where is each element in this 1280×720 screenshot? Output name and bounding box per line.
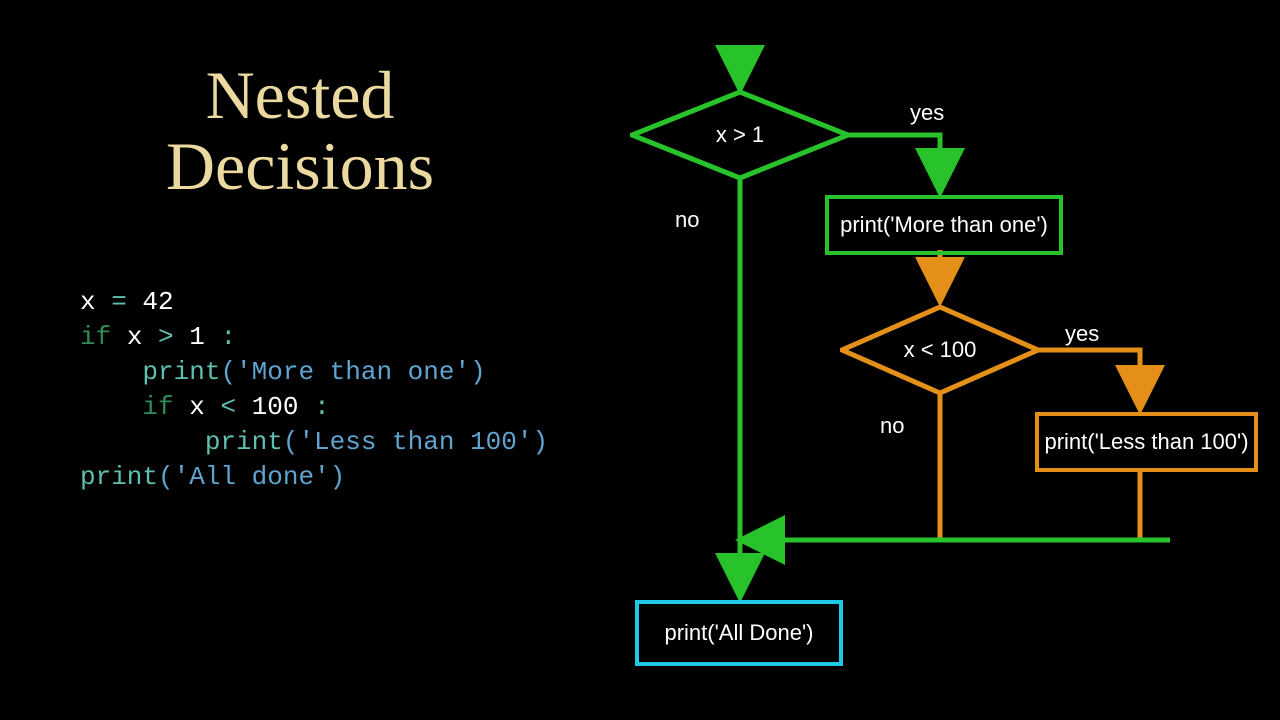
code-token: x bbox=[174, 392, 221, 422]
branch-label-yes: yes bbox=[910, 100, 944, 126]
code-token: ('More than one') bbox=[220, 357, 485, 387]
code-token: : bbox=[314, 392, 330, 422]
decision-x-lt-100: x < 100 bbox=[840, 305, 1040, 395]
process-label: print('All Done') bbox=[664, 620, 813, 646]
code-token: print bbox=[80, 427, 283, 457]
slide-title: Nested Decisions bbox=[60, 60, 540, 203]
code-token: 42 bbox=[142, 287, 173, 317]
title-line-1: Nested bbox=[206, 57, 395, 133]
code-token: print bbox=[80, 357, 220, 387]
code-token: < bbox=[220, 392, 236, 422]
code-token: x bbox=[111, 322, 158, 352]
title-line-2: Decisions bbox=[166, 128, 434, 204]
process-label: print('More than one') bbox=[840, 212, 1048, 238]
code-token: if bbox=[80, 322, 111, 352]
code-token: ('Less than 100') bbox=[283, 427, 548, 457]
process-print-more-than-one: print('More than one') bbox=[825, 195, 1063, 255]
code-token: if bbox=[80, 392, 174, 422]
code-token: ('All done') bbox=[158, 462, 345, 492]
code-token: = bbox=[96, 287, 143, 317]
process-print-all-done: print('All Done') bbox=[635, 600, 843, 666]
code-token: : bbox=[220, 322, 236, 352]
process-label: print('Less than 100') bbox=[1044, 429, 1248, 455]
code-token: > bbox=[158, 322, 174, 352]
branch-label-no: no bbox=[880, 413, 904, 439]
code-token: print bbox=[80, 462, 158, 492]
slide-root: Nested Decisions x = 42 if x > 1 : print… bbox=[0, 0, 1280, 720]
decision-x-gt-1: x > 1 bbox=[630, 90, 850, 180]
code-token: 100 bbox=[236, 392, 314, 422]
process-print-less-than-100: print('Less than 100') bbox=[1035, 412, 1258, 472]
branch-label-yes: yes bbox=[1065, 321, 1099, 347]
decision-label: x > 1 bbox=[630, 90, 850, 180]
branch-label-no: no bbox=[675, 207, 699, 233]
code-token: x bbox=[80, 287, 96, 317]
decision-label: x < 100 bbox=[840, 305, 1040, 395]
flowchart: x > 1 yes no print('More than one') x < … bbox=[580, 0, 1280, 720]
code-block: x = 42 if x > 1 : print('More than one')… bbox=[80, 285, 548, 496]
code-token: 1 bbox=[174, 322, 221, 352]
